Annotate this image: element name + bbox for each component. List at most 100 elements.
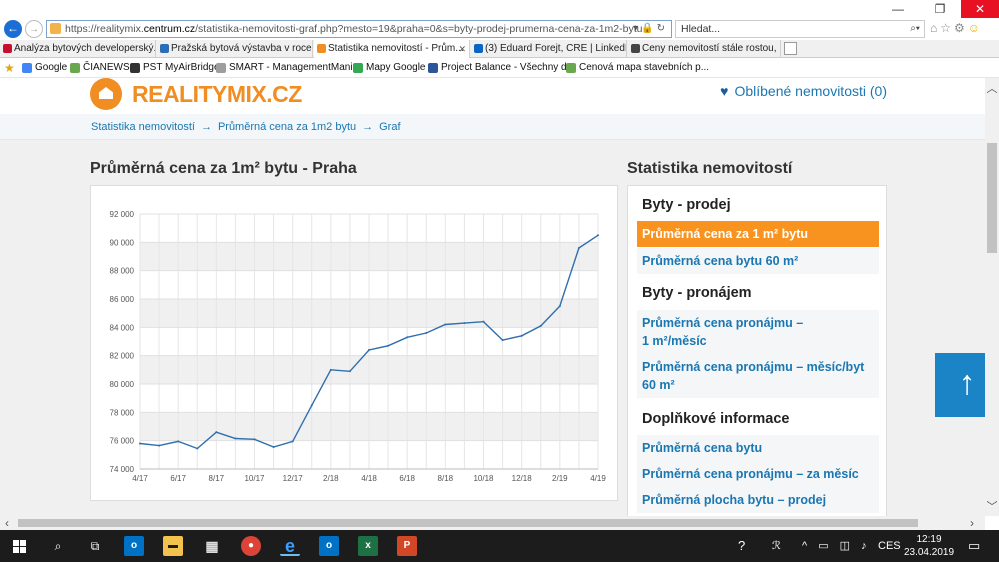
- outlook-icon[interactable]: o: [319, 536, 339, 556]
- search-icon[interactable]: ⌕▾: [910, 21, 920, 37]
- favorite-managementmania[interactable]: SMART - ManagementMania: [216, 58, 358, 78]
- internet-explorer-icon[interactable]: e: [280, 536, 300, 556]
- site-favicon-icon: [50, 23, 61, 34]
- favorites-star-icon[interactable]: ☆: [940, 21, 954, 35]
- file-explorer-icon[interactable]: ▬: [163, 536, 183, 556]
- vertical-scroll-thumb[interactable]: [987, 143, 997, 253]
- data-point: [368, 349, 370, 351]
- x-tick-label: 6/17: [170, 474, 186, 483]
- system-tray-icons[interactable]: ^ ▭ ◫ ♪: [802, 530, 871, 562]
- tab-linkedin[interactable]: (3) Eduard Forejt, CRE | LinkedIn: [471, 40, 627, 58]
- favorite-properties-link[interactable]: ♥ Oblíbené nemovitosti (0): [720, 83, 887, 99]
- logo-house-icon[interactable]: [90, 78, 122, 110]
- breadcrumb-item-statistics[interactable]: Statistika nemovitostí: [91, 121, 195, 133]
- tab-label: Analýza bytových developerský...: [14, 43, 156, 54]
- home-icon[interactable]: ⌂: [930, 21, 940, 35]
- url-field[interactable]: https://realitymix.centrum.cz/statistika…: [46, 20, 672, 38]
- scroll-right-arrow-icon[interactable]: ›: [970, 516, 974, 530]
- settings-gear-icon[interactable]: ⚙: [954, 21, 968, 35]
- taskbar-clock[interactable]: 12:19 23.04.2019: [900, 533, 958, 559]
- feedback-smile-icon[interactable]: ☺: [968, 21, 983, 35]
- tab-property-prices[interactable]: Ceny nemovitostí stále rostou, ...: [628, 40, 781, 58]
- url-controls[interactable]: ▾🔒↻: [633, 21, 668, 37]
- powerpoint-icon[interactable]: P: [397, 536, 417, 556]
- search-icon[interactable]: ⌕: [48, 536, 68, 556]
- tab-label: Statistika nemovitostí - Prům...: [328, 43, 464, 54]
- excel-icon[interactable]: x: [358, 536, 378, 556]
- favorite-project-balance[interactable]: Project Balance - Všechny d...: [428, 58, 575, 78]
- sidebar-link-label: 60 m²: [642, 378, 675, 392]
- tab-favicon-icon: [3, 44, 12, 53]
- search-input[interactable]: Hledat... ⌕▾: [675, 20, 925, 38]
- favorite-cianews[interactable]: ČIANEWS: [70, 58, 130, 78]
- favorite-label: Project Balance - Všechny d...: [441, 62, 575, 73]
- favorite-google[interactable]: Google: [22, 58, 67, 78]
- url-path: /statistika-nemovitosti-graf.php?mesto=1…: [195, 23, 643, 35]
- notifications-icon[interactable]: ▭: [968, 530, 980, 562]
- sidebar-link-rent-m2[interactable]: Průměrná cena pronájmu – 1 m²/měsíc: [637, 310, 879, 354]
- tab-close-icon[interactable]: ✕: [458, 40, 466, 58]
- favorite-label: ČIANEWS: [83, 62, 130, 73]
- data-point: [597, 234, 599, 237]
- tab-label: (3) Eduard Forejt, CRE | LinkedIn: [485, 43, 627, 54]
- data-point: [329, 368, 332, 371]
- outlook-icon[interactable]: o: [124, 536, 144, 556]
- input-language[interactable]: CES: [878, 530, 901, 562]
- data-point: [234, 437, 237, 440]
- x-tick-label: 2/19: [552, 474, 568, 483]
- breadcrumb-arrow-icon: →: [362, 121, 374, 133]
- people-icon[interactable]: ℛ: [772, 530, 781, 562]
- breadcrumb-item-chart[interactable]: Graf: [379, 121, 400, 133]
- favorite-google-maps[interactable]: Mapy Google: [353, 58, 425, 78]
- y-tick-label: 86 000: [110, 295, 135, 304]
- x-tick-label: 4/17: [132, 474, 148, 483]
- data-point: [139, 442, 141, 445]
- sidebar-link-avg-area-sale[interactable]: Průměrná plocha bytu – prodej: [637, 487, 879, 513]
- chrome-icon[interactable]: ●: [241, 536, 261, 556]
- help-icon[interactable]: ?: [738, 530, 745, 562]
- favorite-label: Mapy Google: [366, 62, 426, 73]
- forward-button[interactable]: →: [25, 20, 43, 38]
- data-point: [406, 336, 409, 339]
- sidebar-link-avg-apartment-price[interactable]: Průměrná cena bytu: [637, 435, 879, 461]
- breadcrumb-item-avg-price[interactable]: Průměrná cena za 1m2 bytu: [218, 121, 356, 133]
- data-point: [482, 320, 485, 323]
- sidebar-link-avg-price-60m2[interactable]: Průměrná cena bytu 60 m²: [637, 248, 879, 274]
- start-button[interactable]: [10, 536, 30, 556]
- y-tick-label: 76 000: [110, 437, 135, 446]
- x-tick-label: 10/17: [244, 474, 265, 483]
- page-viewport: REALITYMIX.CZ ♥ Oblíbené nemovitosti (0) …: [0, 78, 985, 516]
- windows-taskbar: ⌕ ⧉ o ▬ ▦ ● e o x P ? ℛ ^ ▭ ◫ ♪ CES 12:1…: [0, 530, 999, 562]
- data-point: [291, 440, 294, 443]
- scroll-down-arrow-icon[interactable]: ﹀: [985, 498, 999, 514]
- tab-prague-construction[interactable]: Pražská bytová výstavba v roce ...: [157, 40, 313, 58]
- favorite-price-map[interactable]: Cenová mapa stavebních p...: [566, 58, 709, 78]
- vertical-scrollbar[interactable]: ︿ ﹀: [985, 78, 999, 516]
- sidebar-link-label: 1 m²/měsíc: [642, 334, 707, 348]
- close-button[interactable]: ✕: [961, 0, 999, 18]
- task-view-icon[interactable]: ⧉: [85, 536, 105, 556]
- x-tick-label: 4/19: [590, 474, 606, 483]
- calculator-icon[interactable]: ▦: [202, 536, 222, 556]
- favorite-myairbridge[interactable]: PST MyAirBridge: [130, 58, 220, 78]
- horizontal-scrollbar[interactable]: ‹ ›: [0, 516, 985, 530]
- tab-favicon-icon: [160, 44, 169, 53]
- scroll-left-arrow-icon[interactable]: ‹: [5, 516, 9, 530]
- horizontal-scroll-thumb[interactable]: [18, 519, 918, 527]
- tab-developers[interactable]: Analýza bytových developerský...: [0, 40, 156, 58]
- sidebar-link-avg-price-m2[interactable]: Průměrná cena za 1 m² bytu: [637, 221, 879, 247]
- restore-button[interactable]: ❐: [922, 0, 958, 18]
- sidebar-link-rent-60m2[interactable]: Průměrná cena pronájmu – měsíc/byt 60 m²: [637, 354, 879, 398]
- search-placeholder: Hledat...: [681, 23, 721, 35]
- site-logo[interactable]: REALITYMIX.CZ: [132, 81, 302, 108]
- new-tab-button[interactable]: [784, 42, 797, 55]
- scroll-up-arrow-icon[interactable]: ︿: [985, 80, 999, 96]
- favorite-icon: [70, 63, 80, 73]
- y-tick-label: 80 000: [110, 380, 135, 389]
- x-tick-label: 2/18: [323, 474, 339, 483]
- sidebar-link-avg-monthly-rent[interactable]: Průměrná cena pronájmu – za měsíc: [637, 461, 879, 487]
- toolbar-icons: ⌂☆⚙☺: [930, 21, 983, 35]
- tab-statistics-active[interactable]: Statistika nemovitostí - Prům... ✕: [314, 40, 470, 58]
- back-button[interactable]: ←: [4, 20, 22, 38]
- minimize-button[interactable]: —: [880, 0, 916, 18]
